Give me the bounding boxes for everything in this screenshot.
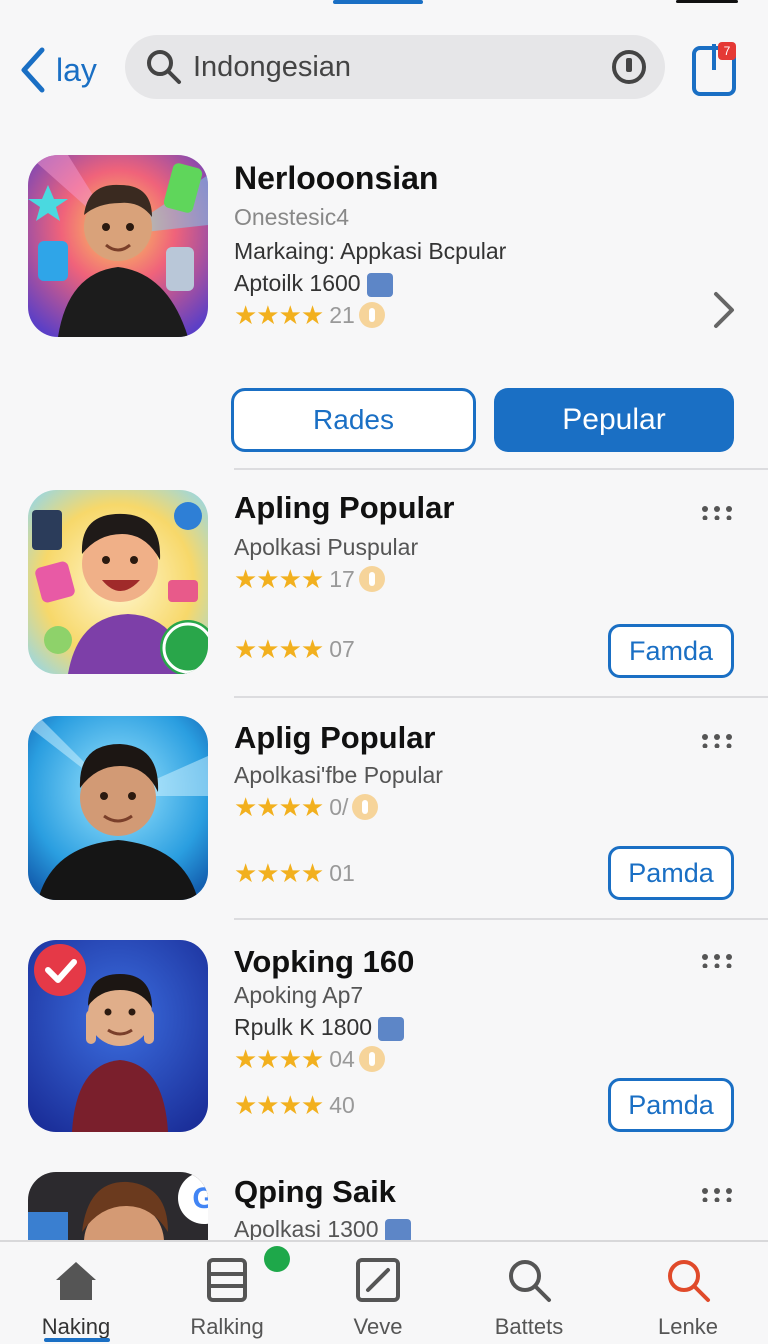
calendar-icon xyxy=(366,272,393,297)
award-icon xyxy=(358,1046,385,1072)
rating-count: 07 xyxy=(329,635,355,662)
rating-stars: ★★★★ xyxy=(234,299,324,330)
award-icon xyxy=(352,794,379,820)
cart-badge: 7 xyxy=(718,42,736,60)
rating-stars: ★★★★ xyxy=(234,1089,324,1120)
divider xyxy=(234,696,768,698)
home-icon xyxy=(56,1262,96,1300)
notification-badge xyxy=(264,1246,290,1272)
edit-icon xyxy=(356,1258,400,1302)
bottom-nav: Naking Ralking Veve Battets Lenke xyxy=(0,1240,768,1344)
rating-count: 17 xyxy=(329,565,355,592)
app-title: Apling Popular xyxy=(234,490,455,525)
active-tab-indicator xyxy=(44,1338,110,1342)
app-rating-secondary: ★★★★ 40 xyxy=(234,1090,355,1120)
pamda-button[interactable]: Pamda xyxy=(608,1078,734,1132)
featured-app-icon[interactable] xyxy=(28,155,208,337)
app-subtitle-text: Apolkasi 1300 xyxy=(234,1216,379,1240)
featured-rating: ★★★★ 21 xyxy=(234,300,385,330)
top-indicator xyxy=(333,0,423,4)
app-rating-secondary: ★★★★ 07 xyxy=(234,634,355,664)
app-subtitle: Apolkasi Puspular xyxy=(234,534,419,560)
pepular-button[interactable]: Pepular xyxy=(494,388,734,452)
featured-category: Markaing: Appkasi Bcpular xyxy=(234,238,507,264)
search-icon xyxy=(509,1260,551,1302)
tab-lenke[interactable]: Lenke xyxy=(618,1256,758,1340)
app-subtitle: Apolkasi'fbe Popular xyxy=(234,762,443,788)
featured-subtitle: Onestesic4 xyxy=(234,204,350,230)
tab-label: Ralking xyxy=(190,1314,264,1339)
list-item[interactable]: G Qping Saik Apolkasi 1300 xyxy=(0,1170,768,1240)
tab-battets[interactable]: Battets xyxy=(459,1256,599,1340)
svg-text:G: G xyxy=(192,1182,208,1215)
featured-title: Nerlooonsian xyxy=(234,160,439,196)
app-rating-secondary: ★★★★ 01 xyxy=(234,858,355,888)
search-bar[interactable] xyxy=(125,35,665,99)
app-rating: ★★★★ 17 xyxy=(234,564,385,594)
featured-downloads: Aptoilk 1600 xyxy=(234,270,393,297)
tab-naking[interactable]: Naking xyxy=(6,1256,146,1340)
app-title: Qping Saik xyxy=(234,1174,396,1209)
back-button[interactable]: lay xyxy=(18,46,97,94)
more-icon[interactable] xyxy=(700,954,734,968)
tab-label: Veve xyxy=(353,1314,403,1339)
list-item[interactable]: Vopking 160 Apoking Ap7 Rpulk K 1800 ★★★… xyxy=(0,940,768,1140)
app-downloads-text: Rpulk K 1800 xyxy=(234,1014,373,1040)
search-icon xyxy=(147,50,181,84)
tab-veve[interactable]: Veve xyxy=(308,1256,448,1340)
rating-count: 0/ xyxy=(329,793,349,820)
more-icon[interactable] xyxy=(700,1188,734,1202)
chevron-left-icon xyxy=(21,47,45,93)
info-icon[interactable] xyxy=(611,49,647,85)
rating-stars: ★★★★ xyxy=(234,633,324,664)
rating-count: 01 xyxy=(329,859,355,886)
tab-label: Lenke xyxy=(658,1314,718,1339)
featured-app: Nerlooonsian Onestesic4 Markaing: Appkas… xyxy=(0,150,768,470)
list-item[interactable]: Aplig Popular Apolkasi'fbe Popular ★★★★ … xyxy=(0,716,768,916)
app-title: Vopking 160 xyxy=(234,944,415,979)
more-icon[interactable] xyxy=(700,506,734,520)
rating-stars: ★★★★ xyxy=(234,1043,324,1074)
list-item[interactable]: Apling Popular Apolkasi Puspular ★★★★ 17… xyxy=(0,490,768,690)
pamda-button[interactable]: Pamda xyxy=(608,846,734,900)
tab-label: Naking xyxy=(41,1314,111,1339)
rating-count: 40 xyxy=(329,1091,355,1118)
app-icon[interactable]: G xyxy=(28,1172,208,1240)
app-rating: ★★★★ 0/ xyxy=(234,791,379,822)
divider xyxy=(234,918,768,920)
featured-downloads-text: Aptoilk 1600 xyxy=(234,270,361,296)
award-icon xyxy=(358,302,385,328)
back-label: lay xyxy=(56,51,97,88)
search-input[interactable] xyxy=(193,50,583,84)
divider xyxy=(234,468,768,470)
app-icon[interactable] xyxy=(28,940,208,1132)
app-icon[interactable] xyxy=(28,490,208,674)
top-indicator-right xyxy=(676,0,738,3)
more-icon[interactable] xyxy=(700,734,734,748)
header: lay 7 xyxy=(0,34,768,102)
app-icon[interactable] xyxy=(28,716,208,900)
rating-stars: ★★★★ xyxy=(234,791,324,822)
app-rating: ★★★★ 04 xyxy=(234,1044,385,1074)
chevron-right-icon[interactable] xyxy=(708,288,738,332)
app-title: Aplig Popular xyxy=(234,720,436,755)
calendar-icon xyxy=(384,1218,411,1240)
rades-button[interactable]: Rades xyxy=(231,388,476,452)
rating-stars: ★★★★ xyxy=(234,857,324,888)
rating-count: 04 xyxy=(329,1045,355,1072)
app-subtitle: Apolkasi 1300 xyxy=(234,1216,411,1240)
rating-stars: ★★★★ xyxy=(234,563,324,594)
stack-icon xyxy=(207,1258,247,1302)
rating-count: 21 xyxy=(329,301,355,328)
calendar-icon xyxy=(378,1016,405,1041)
famda-button[interactable]: Famda xyxy=(608,624,734,678)
search-red-icon xyxy=(668,1260,710,1302)
tab-label: Battets xyxy=(494,1314,564,1339)
app-subtitle: Apoking Ap7 xyxy=(234,982,364,1008)
award-icon xyxy=(358,566,385,592)
app-downloads: Rpulk K 1800 xyxy=(234,1014,405,1041)
